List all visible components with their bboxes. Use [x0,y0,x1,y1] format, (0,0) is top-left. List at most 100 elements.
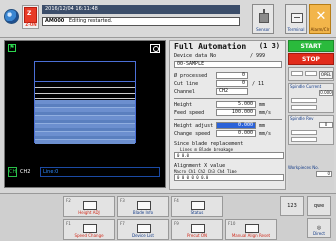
indicator [291,105,317,110]
spindle-current-label: Spindle Current [290,84,322,89]
spindle-rev-box: Spindle Rev 0 [288,115,334,145]
message-bar: AM000 Editing restarted. [42,17,240,26]
f7-device-list-button[interactable]: F7 Device List [117,219,169,240]
fbutton-label: Precut ON [186,233,208,238]
feed-speed-label: Feed speed [174,110,205,116]
change-speed-label: Change speed [174,131,211,137]
height-adjust-label: Height adjust [174,123,214,129]
input-mode-buttons: 123 qwe ◎ Direct [280,196,334,240]
fkey-label: F10 [228,221,236,226]
z-on-indicator[interactable]: Z Z-ON [22,5,39,29]
number-input-button[interactable]: 123 [280,196,304,216]
feed-speed-unit: mm/s [259,110,272,116]
terminal-label: Terminal [287,27,305,32]
workpiece-view[interactable]: ⚑ CH CH2 Line:0 [4,40,166,188]
indicator [291,71,303,76]
fbutton-label: Status [190,210,204,215]
indicator [291,98,317,103]
terminal-button[interactable]: Terminal [285,4,307,34]
spindle-rev-value: 0 [319,122,333,128]
wafer-stack-diagram [34,61,136,144]
indicator [305,71,317,76]
page-title: Full Automation [174,42,247,51]
start-button[interactable]: START [288,40,334,52]
divider [174,119,282,120]
f10-align-reset-button[interactable]: F10 Manual Align Reset [225,219,277,240]
cut-line-label: Cut line [174,81,199,87]
f9-precut-button[interactable]: F9 Precut ON [171,219,223,240]
direct-button[interactable]: ◎ Direct [307,218,331,238]
align-reset-icon [245,224,259,233]
function-bar: F2 Height ADJ F3 Blade Info F4 Status F1… [0,193,336,241]
height-adjust-input[interactable]: 0.000 [216,122,256,129]
alarm-clear-label: Alarm/Clr [310,27,330,32]
fkey-label: F3 [120,198,125,203]
opel-box: OPEL [288,67,334,81]
f4-status-button[interactable]: F4 Status [171,196,223,217]
precut-icon [191,224,205,233]
cut-line-value: 0 [216,80,248,87]
fkey-label: F9 [174,221,179,226]
f2-height-adjust-button[interactable]: F2 Height ADJ [63,196,115,217]
cut-line-total: / 11 [252,81,265,87]
alarm-clear-icon: ✕ [315,9,327,24]
page-counter: (1 3) [258,42,280,50]
cut-line [35,93,135,94]
workpiece-label: Workpieces No. [288,165,319,170]
channel-label: CH2 [20,169,31,175]
change-speed-input[interactable]: 0.000 [216,130,256,137]
f1-speed-change-button[interactable]: F1 Speed Change [63,219,115,240]
channel-label-info: Channel [174,89,196,95]
fbutton-label: Blade Info [132,210,154,215]
fbutton-label: Device List [132,233,154,238]
device-data-label: Device data No [174,53,217,59]
blade-info-icon [137,201,151,210]
camera-icon[interactable] [150,44,160,53]
stop-button[interactable]: STOP [288,53,334,65]
spindle-current-value: 0.000 [319,90,333,96]
direct-label: Direct [313,231,325,236]
height-adjust-icon [83,201,97,210]
fkey-label: F2 [66,198,71,203]
opel-button[interactable]: OPEL [319,71,333,79]
line-status: Line:0 [40,167,160,177]
logo-icon [4,9,19,24]
fkey-label: F1 [66,221,71,226]
spindle-current-box: Spindle Current 0.000 [288,83,334,113]
device-data-total: / 999 [250,53,266,59]
spindle-rev-label: Spindle Rev [290,116,314,121]
f3-blade-info-button[interactable]: F3 Blade Info [117,196,169,217]
header-bar: Z Z-ON 2016/12/04 16:11:48 AM000 Editing… [0,0,336,38]
cut-line [35,98,135,99]
change-speed-unit: mm/s [259,131,272,137]
keyboard-button[interactable]: qwe [307,196,331,216]
cut-band [35,100,135,144]
indicator [291,130,317,135]
height-unit: mm [259,102,266,108]
terminal-icon [291,13,303,23]
screen: Z Z-ON 2016/12/04 16:11:48 AM000 Editing… [0,0,336,241]
processed-label: Ø processed [174,73,208,79]
sensor-button[interactable]: Sensor [252,4,274,34]
fbutton-label: Speed Change [74,233,104,238]
alignment-values: 0 0 0 0 0 0.0 [174,174,284,181]
channel-icon[interactable]: CH [8,167,17,177]
fkey-label: F4 [174,198,179,203]
height-adjust-unit: mm [259,123,266,129]
sensor-icon [259,9,269,23]
fkey-label: F7 [120,221,125,226]
message-number: AM000 [45,18,65,24]
indicator [291,137,317,142]
alarm-clear-button[interactable]: ✕ Alarm/Clr [309,4,331,34]
info-panel: Full Automation (1 3) Device data No / 9… [169,40,286,190]
height-value: 5.000 [216,101,256,108]
flag-icon[interactable]: ⚑ [8,44,16,52]
device-name-field[interactable]: 00-SAMPLE [174,61,282,68]
processed-value: 0 [216,72,248,79]
wafer-top-area [35,62,135,82]
height-label: Height [174,102,193,108]
fbutton-label: Manual Align Reset [231,233,271,238]
device-list-icon [137,224,151,233]
workpiece-value: 0 [316,171,332,177]
feed-speed-value: 100.000 [216,109,256,116]
